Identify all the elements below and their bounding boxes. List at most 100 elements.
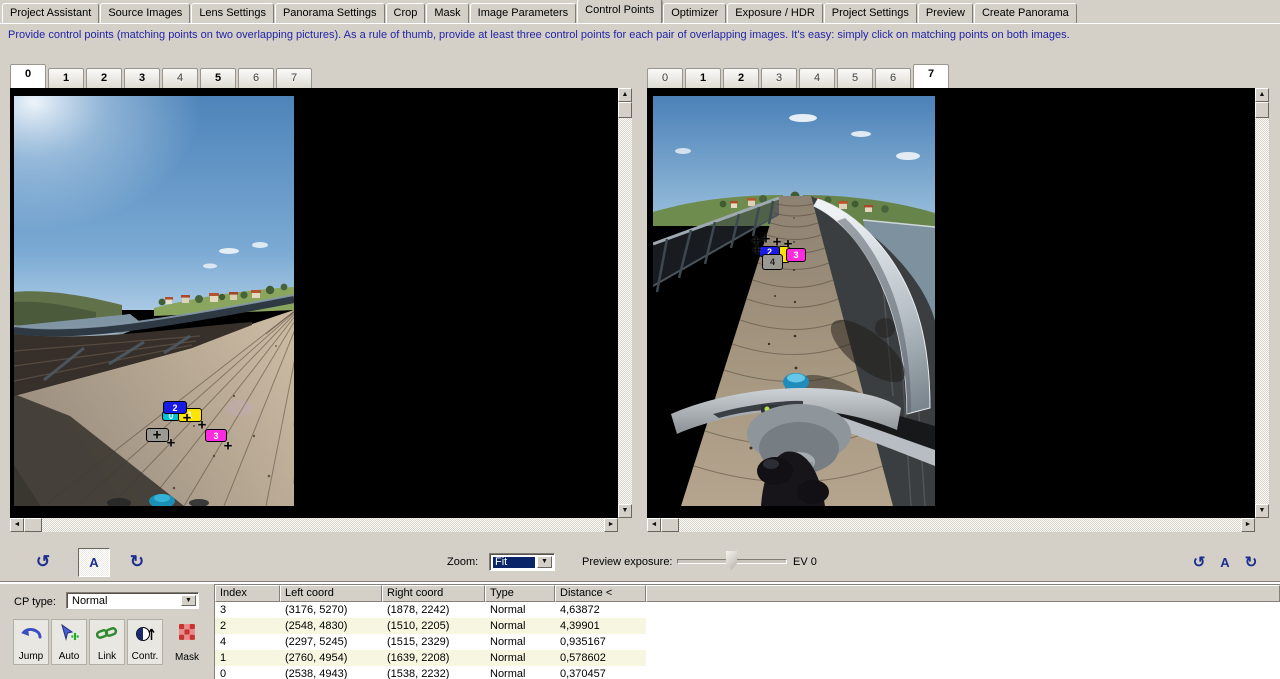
left-image-tab-5[interactable]: 5 [200,68,236,88]
column-header[interactable]: Distance < [555,585,646,602]
scrollbar-thumb[interactable] [1255,102,1269,118]
scrollbar-track[interactable] [618,118,632,504]
link-button[interactable]: Link [89,619,125,665]
right-viewport[interactable]: 234+++++ ▲ ▼ ◄ ► [647,88,1269,532]
exposure-slider-thumb[interactable] [726,551,737,570]
mask-icon [178,622,196,642]
table-row[interactable]: 0(2538, 4943)(1538, 2232)Normal0,370457 [215,666,1280,679]
left-image-tab-4[interactable]: 4 [162,68,198,88]
tab-image-parameters[interactable]: Image Parameters [470,3,576,23]
scrollbar-track[interactable] [42,518,604,532]
left-image-tab-0[interactable]: 0 [10,64,46,88]
left-image-tab-6[interactable]: 6 [238,68,274,88]
scroll-left-icon[interactable]: ◄ [647,518,661,532]
control-point-cross[interactable]: + [153,428,162,443]
mask-button[interactable]: Mask [169,619,205,665]
link-icon [96,623,118,643]
control-point-cross[interactable]: + [198,418,207,433]
table-row[interactable]: 1(2760, 4954)(1639, 2208)Normal0,578602 [215,650,1280,666]
scroll-up-icon[interactable]: ▲ [1255,88,1269,102]
right-image-tab-6[interactable]: 6 [875,68,911,88]
control-point-cross[interactable]: + [167,436,176,451]
table-cell: (2538, 4943) [280,666,382,679]
scroll-right-icon[interactable]: ► [604,518,618,532]
scroll-left-icon[interactable]: ◄ [10,518,24,532]
rotate-left-ccw-button[interactable]: ↺ [30,549,56,575]
scrollbar-thumb[interactable] [661,518,679,532]
scroll-down-icon[interactable]: ▼ [1255,504,1269,518]
tab-optimizer[interactable]: Optimizer [663,3,726,23]
scrollbar-track[interactable] [679,518,1241,532]
control-point-cross[interactable]: + [183,411,192,426]
jump-button[interactable]: Jump [13,619,49,665]
table-row[interactable]: 4(2297, 5245)(1515, 2329)Normal0,935167 [215,634,1280,650]
left-viewport[interactable]: 0123+++++ ▲ ▼ ◄ ► [10,88,632,532]
control-point-cross[interactable]: + [753,243,762,258]
right-image-tab-0[interactable]: 0 [647,68,683,88]
auto-cp-button[interactable]: Auto [51,619,87,665]
scroll-right-icon[interactable]: ► [1241,518,1255,532]
right-image-tab-3[interactable]: 3 [761,68,797,88]
column-header[interactable]: Left coord [280,585,382,602]
contrast-icon [135,623,155,643]
left-image-tab-3[interactable]: 3 [124,68,160,88]
cp-type-dropdown[interactable]: Normal ▼ [66,592,199,609]
column-header[interactable]: Type [485,585,555,602]
tab-project-settings[interactable]: Project Settings [824,3,917,23]
tab-panorama-settings[interactable]: Panorama Settings [275,3,385,23]
table-cell: 0,578602 [555,650,646,666]
left-image-tab-1[interactable]: 1 [48,68,84,88]
right-horizontal-scrollbar[interactable]: ◄ ► [647,518,1255,532]
tab-create-panorama[interactable]: Create Panorama [974,3,1077,23]
auto-rotate-left-button[interactable]: A [78,548,110,577]
scroll-up-icon[interactable]: ▲ [618,88,632,102]
left-horizontal-scrollbar[interactable]: ◄ ► [10,518,618,532]
scroll-down-icon[interactable]: ▼ [618,504,632,518]
tab-crop[interactable]: Crop [386,3,426,23]
table-cell [646,602,1280,618]
scrollbar-thumb[interactable] [24,518,42,532]
table-cell: (1510, 2205) [382,618,485,634]
rotate-right-cw-button[interactable]: ↻ [1238,550,1264,576]
right-image-canvas[interactable]: 234+++++ [647,88,1255,518]
control-point-marker[interactable]: 4 [762,254,783,270]
scrollbar-thumb[interactable] [618,102,632,118]
table-row[interactable]: 2(2548, 4830)(1510, 2205)Normal4,39901 [215,618,1280,634]
right-vertical-scrollbar[interactable]: ▲ ▼ [1255,88,1269,518]
rotate-left-cw-button[interactable]: ↻ [124,549,150,575]
left-image-canvas[interactable]: 0123+++++ [10,88,618,518]
control-point-cross[interactable]: + [224,439,233,454]
right-image-tab-4[interactable]: 4 [799,68,835,88]
tab-control-points[interactable]: Control Points [577,0,662,23]
table-row[interactable]: 3(3176, 5270)(1878, 2242)Normal4,63872 [215,602,1280,618]
chevron-down-icon[interactable]: ▼ [537,556,552,568]
table-cell: 0,935167 [555,634,646,650]
left-vertical-scrollbar[interactable]: ▲ ▼ [618,88,632,518]
column-header[interactable]: Right coord [382,585,485,602]
tab-exposure-hdr[interactable]: Exposure / HDR [727,3,822,23]
control-point-cross[interactable]: + [773,235,782,250]
tab-project-assistant[interactable]: Project Assistant [2,3,99,23]
column-header[interactable] [646,585,1280,602]
control-point-cross[interactable]: + [784,237,793,252]
contrast-button[interactable]: Contr. [127,619,163,665]
column-header[interactable]: Index [215,585,280,602]
tab-mask[interactable]: Mask [426,3,468,23]
scrollbar-track[interactable] [1255,118,1269,504]
tab-source-images[interactable]: Source Images [100,3,190,23]
left-image-panel: 01234567 [10,64,632,532]
right-image-tab-7[interactable]: 7 [913,64,949,88]
right-image-tab-2[interactable]: 2 [723,68,759,88]
zoom-label: Zoom: [447,556,478,568]
rotate-right-ccw-button[interactable]: ↺ [1186,550,1212,576]
right-image-tab-5[interactable]: 5 [837,68,873,88]
auto-rotate-right-button[interactable]: A [1212,550,1238,576]
zoom-dropdown[interactable]: Fit ▼ [489,553,555,571]
tab-preview[interactable]: Preview [918,3,973,23]
chevron-down-icon[interactable]: ▼ [181,595,196,606]
left-image-tab-7[interactable]: 7 [276,68,312,88]
control-point-cross[interactable]: + [762,232,771,247]
tab-lens-settings[interactable]: Lens Settings [191,3,274,23]
right-image-tab-1[interactable]: 1 [685,68,721,88]
left-image-tab-2[interactable]: 2 [86,68,122,88]
